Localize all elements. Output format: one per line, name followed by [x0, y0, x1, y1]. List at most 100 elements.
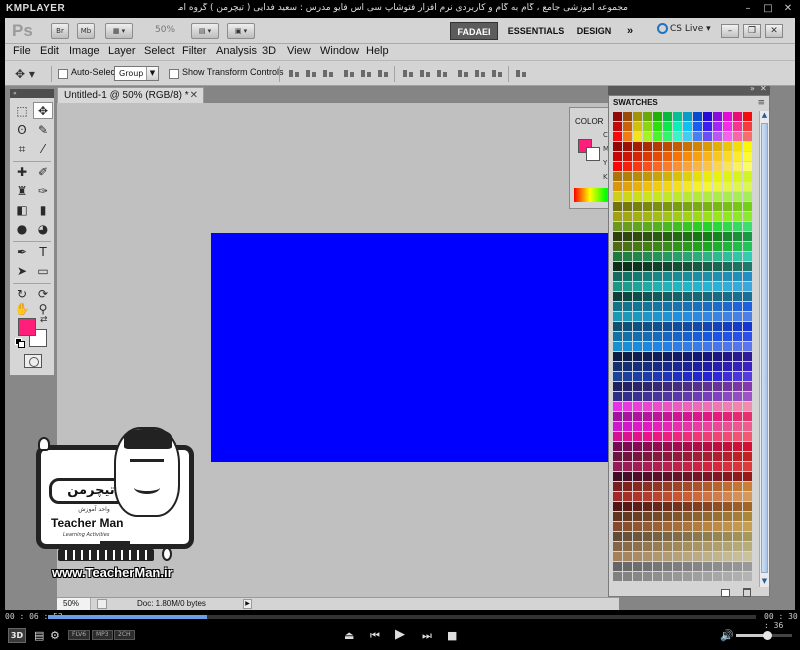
color-swatch[interactable] — [663, 312, 672, 321]
color-swatch[interactable] — [633, 492, 642, 501]
color-swatch[interactable] — [673, 322, 682, 331]
color-swatch[interactable] — [613, 532, 622, 541]
color-swatch[interactable] — [713, 362, 722, 371]
color-swatch[interactable] — [693, 122, 702, 131]
color-swatch[interactable] — [673, 512, 682, 521]
color-swatch[interactable] — [693, 302, 702, 311]
color-swatch[interactable] — [733, 172, 742, 181]
color-swatch[interactable] — [643, 212, 652, 221]
color-swatch[interactable] — [743, 202, 752, 211]
color-swatch[interactable] — [613, 552, 622, 561]
color-swatch[interactable] — [653, 292, 662, 301]
align-bottom-icon[interactable] — [322, 68, 334, 79]
color-swatch[interactable] — [613, 452, 622, 461]
color-swatch[interactable] — [683, 112, 692, 121]
color-swatch[interactable] — [613, 212, 622, 221]
color-swatch[interactable] — [733, 232, 742, 241]
color-swatch[interactable] — [663, 482, 672, 491]
color-swatch[interactable] — [693, 502, 702, 511]
color-swatch[interactable] — [723, 412, 732, 421]
color-swatch[interactable] — [613, 572, 622, 581]
color-swatch[interactable] — [733, 352, 742, 361]
new-swatch-icon[interactable] — [721, 589, 730, 597]
color-swatch[interactable] — [663, 322, 672, 331]
color-swatch[interactable] — [613, 522, 622, 531]
color-swatch[interactable] — [683, 312, 692, 321]
color-swatch[interactable] — [713, 552, 722, 561]
color-swatch[interactable] — [643, 182, 652, 191]
color-swatch[interactable] — [703, 122, 712, 131]
color-swatch[interactable] — [643, 262, 652, 271]
color-swatch[interactable] — [733, 242, 742, 251]
default-colors-icon[interactable] — [15, 338, 25, 348]
color-swatch[interactable] — [623, 182, 632, 191]
color-swatch[interactable] — [673, 442, 682, 451]
color-swatch[interactable] — [613, 142, 622, 151]
color-swatch[interactable] — [733, 342, 742, 351]
color-swatch[interactable] — [653, 322, 662, 331]
marquee-tool-icon[interactable]: ⬚ — [12, 103, 32, 120]
color-swatch[interactable] — [743, 212, 752, 221]
color-swatch[interactable] — [703, 212, 712, 221]
color-swatch[interactable] — [663, 152, 672, 161]
zoom-level-dropdown[interactable]: 50% — [155, 25, 175, 35]
color-swatch[interactable] — [693, 532, 702, 541]
color-swatch[interactable] — [673, 412, 682, 421]
color-swatch[interactable] — [713, 402, 722, 411]
color-swatch[interactable] — [663, 212, 672, 221]
color-swatch[interactable] — [623, 482, 632, 491]
color-swatch[interactable] — [623, 412, 632, 421]
color-swatch[interactable] — [633, 172, 642, 181]
color-swatch[interactable] — [623, 222, 632, 231]
color-swatch[interactable] — [643, 242, 652, 251]
volume-slider[interactable] — [736, 631, 792, 640]
pen-tool-icon[interactable]: ✒ — [12, 244, 32, 261]
color-swatch[interactable] — [633, 132, 642, 141]
color-swatch[interactable] — [713, 282, 722, 291]
color-swatch[interactable] — [713, 512, 722, 521]
color-swatch[interactable] — [733, 542, 742, 551]
color-swatch[interactable] — [663, 112, 672, 121]
color-swatch[interactable] — [653, 162, 662, 171]
color-swatch[interactable] — [733, 462, 742, 471]
color-swatch[interactable] — [723, 222, 732, 231]
color-swatch[interactable] — [733, 312, 742, 321]
color-swatch[interactable] — [653, 432, 662, 441]
color-swatch[interactable] — [623, 322, 632, 331]
trash-icon[interactable] — [743, 588, 751, 597]
minimize-icon[interactable]: – — [742, 3, 754, 15]
color-swatch[interactable] — [613, 342, 622, 351]
color-swatch[interactable] — [703, 292, 712, 301]
close-icon[interactable]: ✕ — [190, 88, 198, 103]
color-swatch[interactable] — [683, 502, 692, 511]
color-swatch[interactable] — [623, 202, 632, 211]
color-swatch[interactable] — [633, 552, 642, 561]
color-swatch[interactable] — [723, 242, 732, 251]
scroll-down-icon[interactable]: ▼ — [760, 577, 769, 587]
view-extras-button[interactable]: ▦ ▾ — [105, 23, 133, 39]
color-swatch[interactable] — [673, 192, 682, 201]
color-swatch[interactable] — [643, 202, 652, 211]
color-swatch[interactable] — [733, 412, 742, 421]
color-swatch[interactable] — [713, 142, 722, 151]
color-swatch[interactable] — [643, 462, 652, 471]
color-swatch[interactable] — [743, 542, 752, 551]
color-swatch[interactable] — [613, 512, 622, 521]
color-swatch[interactable] — [703, 302, 712, 311]
color-swatch[interactable] — [723, 252, 732, 261]
color-swatch[interactable] — [653, 342, 662, 351]
color-swatch[interactable] — [673, 382, 682, 391]
color-swatch[interactable] — [643, 342, 652, 351]
color-swatch[interactable] — [713, 432, 722, 441]
color-swatch[interactable] — [683, 512, 692, 521]
menu-filter[interactable]: Filter — [182, 45, 206, 57]
color-swatch[interactable] — [633, 162, 642, 171]
color-swatch[interactable] — [733, 492, 742, 501]
color-swatch[interactable] — [673, 472, 682, 481]
color-swatch[interactable] — [743, 282, 752, 291]
color-swatch[interactable] — [613, 482, 622, 491]
color-swatch[interactable] — [643, 432, 652, 441]
color-swatch[interactable] — [693, 432, 702, 441]
ps-restore-button[interactable]: ❐ — [743, 24, 761, 38]
color-swatch[interactable] — [623, 402, 632, 411]
